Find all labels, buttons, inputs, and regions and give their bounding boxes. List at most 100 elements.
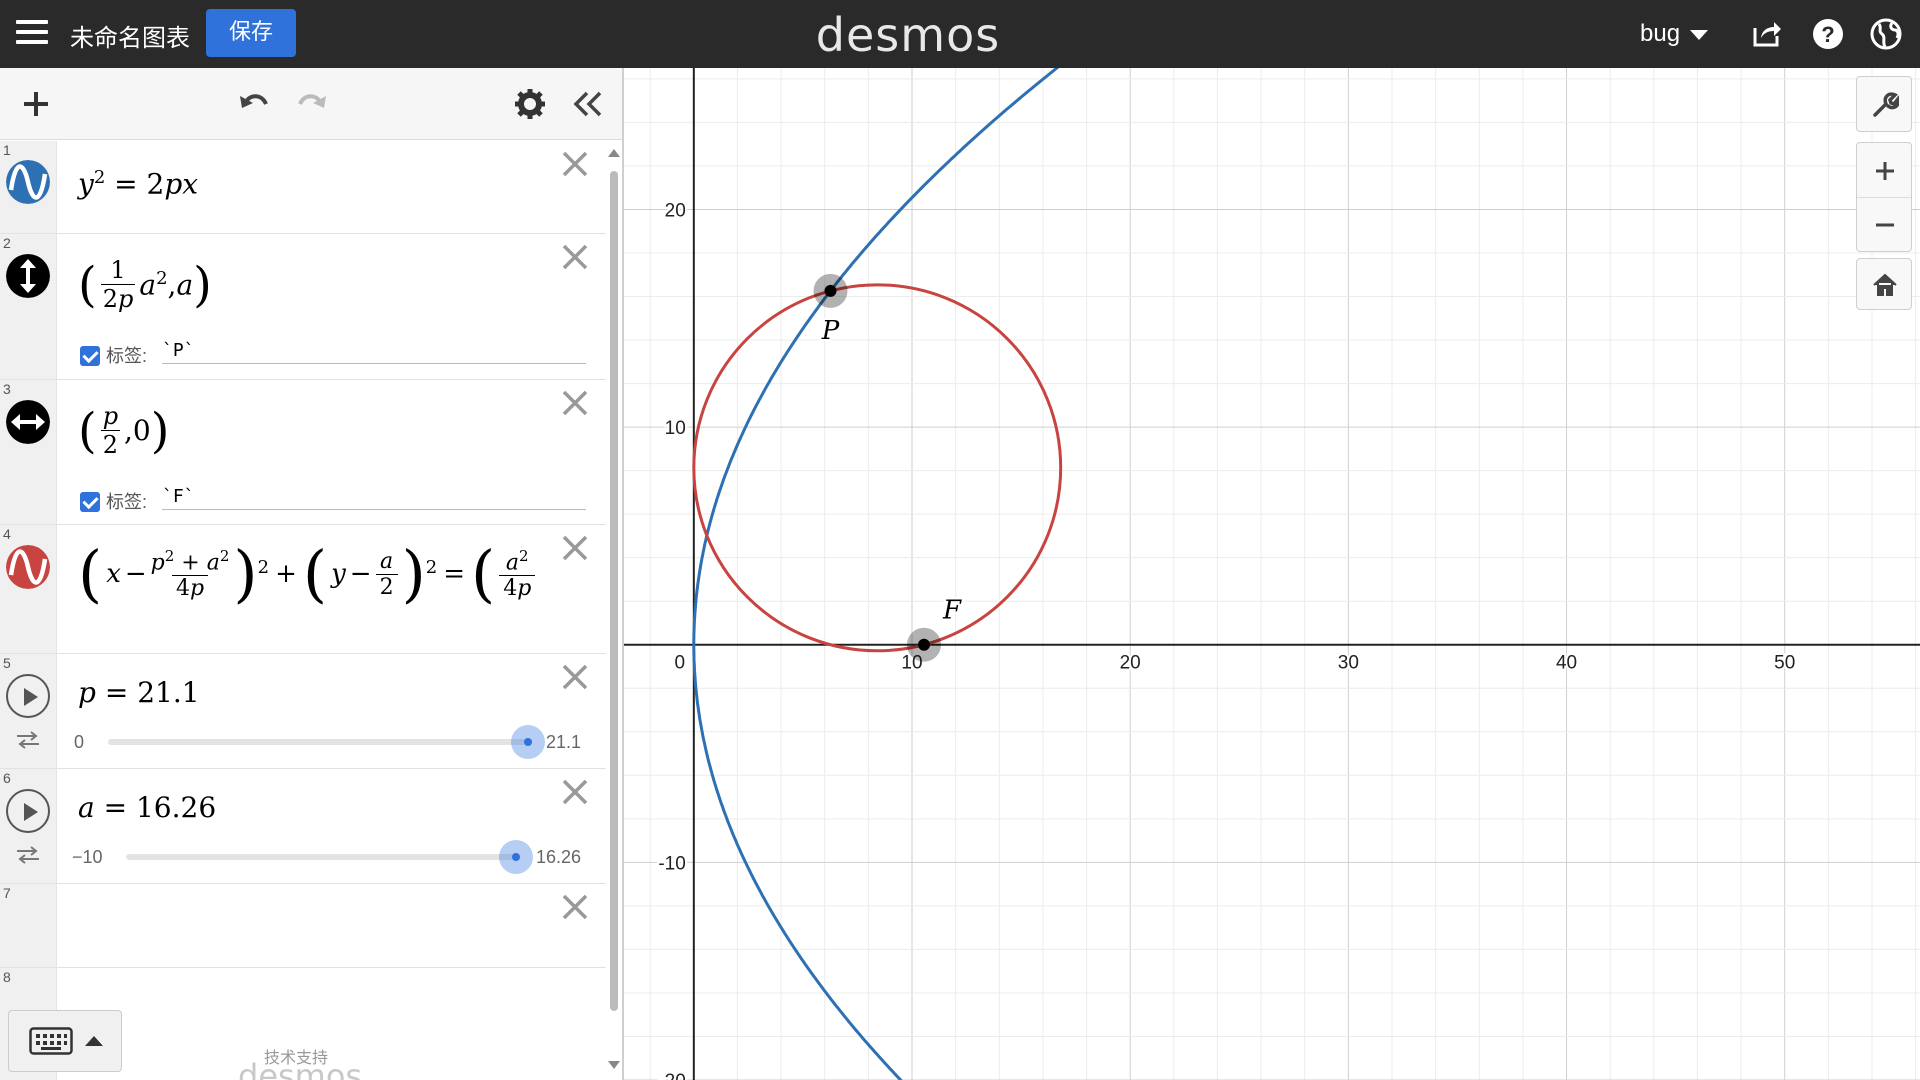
label-toggle[interactable]: 标签: xyxy=(80,342,147,368)
slider-value: 16.26 xyxy=(135,791,217,824)
user-menu[interactable]: bug xyxy=(1640,20,1709,48)
graph-paper[interactable]: 010203040502010-10-20PF xyxy=(624,68,1920,1080)
expression-gutter: 6 xyxy=(0,769,57,883)
expression-gutter: 7 xyxy=(0,884,57,967)
expression-row-7[interactable]: 7 xyxy=(0,884,606,968)
keypad-toggle-button[interactable] xyxy=(8,1010,122,1072)
expression-number: 6 xyxy=(3,770,11,786)
label-input[interactable]: `F` xyxy=(162,486,586,510)
point-f-label: F xyxy=(942,596,962,626)
slider-thumb[interactable] xyxy=(499,840,533,874)
expression-row-3[interactable]: 3 ( p2 ,0 ) 标签: `F` xyxy=(0,380,606,525)
expression-gutter: 4 xyxy=(0,525,57,653)
label-toggle[interactable]: 标签: xyxy=(80,488,147,514)
x-tick-label: 50 xyxy=(1774,653,1795,674)
desmos-logo: desmos xyxy=(815,8,1001,62)
chevron-up-icon xyxy=(85,1036,103,1046)
loop-icon[interactable] xyxy=(15,845,41,865)
parabola-curve xyxy=(692,68,1060,1080)
scroll-up-arrow-icon[interactable] xyxy=(608,149,620,157)
home-icon xyxy=(1873,273,1897,296)
horizontal-drag-point-icon[interactable] xyxy=(6,400,50,444)
delete-expression-icon[interactable] xyxy=(560,533,590,563)
slider-track[interactable] xyxy=(126,854,516,860)
expression-gutter: 5 xyxy=(0,654,57,768)
label-prefix: 标签: xyxy=(106,492,148,512)
vertical-drag-point-icon[interactable] xyxy=(6,254,50,298)
scroll-down-arrow-icon[interactable] xyxy=(608,1061,620,1069)
play-slider-button[interactable] xyxy=(6,674,50,718)
graph-canvas[interactable]: 010203040502010-10-20PF xyxy=(624,68,1920,1080)
expression-toolbar xyxy=(0,68,622,140)
expression-number: 7 xyxy=(3,885,11,901)
zoom-in-plus-icon[interactable] xyxy=(1871,157,1899,185)
loop-icon[interactable] xyxy=(15,730,41,750)
expression-4-latex[interactable]: (x − p2 + a2 4p ) 2 + (y − a2 ) 2 = ( a2 4p xyxy=(78,543,539,605)
undo-icon[interactable] xyxy=(236,86,272,122)
redo-icon[interactable] xyxy=(294,86,330,122)
expression-number: 3 xyxy=(3,381,11,397)
expression-number: 4 xyxy=(3,526,11,542)
expression-row-4[interactable]: 4 (x − p2 + a2 4p ) 2 + (y − a2 ) 2 = ( a2 4… xyxy=(0,525,606,654)
expression-scrollbar[interactable] xyxy=(606,141,622,1080)
zoom-out-minus-icon[interactable] xyxy=(1871,211,1899,239)
wrench-icon xyxy=(1873,92,1899,117)
label-input[interactable]: `P` xyxy=(162,340,586,364)
expression-row-5[interactable]: 5 p = 21.1 0 21.1 xyxy=(0,654,606,769)
delete-expression-icon[interactable] xyxy=(560,388,590,418)
delete-expression-icon[interactable] xyxy=(560,149,590,179)
label-checkbox[interactable] xyxy=(80,346,100,366)
y-tick-label: 10 xyxy=(665,418,686,439)
help-icon[interactable]: ? xyxy=(1812,18,1844,50)
expression-row-1[interactable]: 1 y2 = 2px xyxy=(0,141,606,234)
slider-min[interactable]: −10 xyxy=(72,847,103,868)
slider-max[interactable]: 16.26 xyxy=(536,847,581,868)
language-globe-icon[interactable] xyxy=(1870,18,1902,50)
curve-color-icon[interactable] xyxy=(6,545,50,589)
slider-thumb[interactable] xyxy=(511,725,545,759)
y-tick-label: -10 xyxy=(658,853,685,874)
slider-a-expression[interactable]: a = 16.26 xyxy=(78,791,216,824)
slider-p-expression[interactable]: p = 21.1 xyxy=(78,676,200,709)
expression-gutter: 2 xyxy=(0,234,57,379)
share-icon[interactable] xyxy=(1750,18,1782,50)
expression-1-latex[interactable]: y2 = 2px xyxy=(78,167,198,200)
slider-variable: p xyxy=(78,676,96,709)
delete-expression-icon[interactable] xyxy=(560,777,590,807)
collapse-panel-icon[interactable] xyxy=(570,86,606,122)
delete-expression-icon[interactable] xyxy=(560,662,590,692)
slider-track[interactable] xyxy=(108,739,528,745)
slider-max[interactable]: 21.1 xyxy=(546,732,581,753)
expression-number: 8 xyxy=(3,969,11,985)
default-viewport-button[interactable] xyxy=(1856,258,1912,310)
expression-list: 1 y2 = 2px 2 ( 1 2p a2,a) 标签: `P` 3 (p… xyxy=(0,141,606,1080)
add-expression-plus-icon[interactable] xyxy=(18,86,54,122)
expression-number: 2 xyxy=(3,235,11,251)
expression-panel: 1 y2 = 2px 2 ( 1 2p a2,a) 标签: `P` 3 (p… xyxy=(0,68,624,1080)
expression-row-2[interactable]: 2 ( 1 2p a2,a ) 标签: `P` xyxy=(0,234,606,380)
label-checkbox[interactable] xyxy=(80,492,100,512)
curve-color-icon[interactable] xyxy=(6,160,50,204)
x-tick-label: 30 xyxy=(1338,653,1359,674)
graph-settings-button[interactable] xyxy=(1856,76,1912,132)
scroll-thumb[interactable] xyxy=(610,171,618,1011)
expression-gutter: 1 xyxy=(0,141,57,233)
chevron-down-icon xyxy=(1690,29,1709,40)
slider-variable: a xyxy=(78,791,95,824)
label-prefix: 标签: xyxy=(106,346,148,366)
expression-2-latex[interactable]: ( 1 2p a2,a ) xyxy=(78,256,212,313)
point-p xyxy=(824,284,837,297)
expression-3-latex[interactable]: ( p2 ,0 ) xyxy=(78,402,169,459)
slider-min[interactable]: 0 xyxy=(74,732,84,753)
expression-number: 1 xyxy=(3,142,11,158)
powered-by-desmos-logo[interactable]: desmos xyxy=(238,1060,362,1080)
play-slider-button[interactable] xyxy=(6,789,50,833)
delete-expression-icon[interactable] xyxy=(560,892,590,922)
expression-number: 5 xyxy=(3,655,11,671)
expression-row-6[interactable]: 6 a = 16.26 −10 16.26 xyxy=(0,769,606,884)
y-tick-label: -20 xyxy=(658,1071,685,1080)
delete-expression-icon[interactable] xyxy=(560,242,590,272)
settings-gear-icon[interactable] xyxy=(512,86,548,122)
x-tick-label: 40 xyxy=(1556,653,1577,674)
point-f xyxy=(918,638,930,651)
